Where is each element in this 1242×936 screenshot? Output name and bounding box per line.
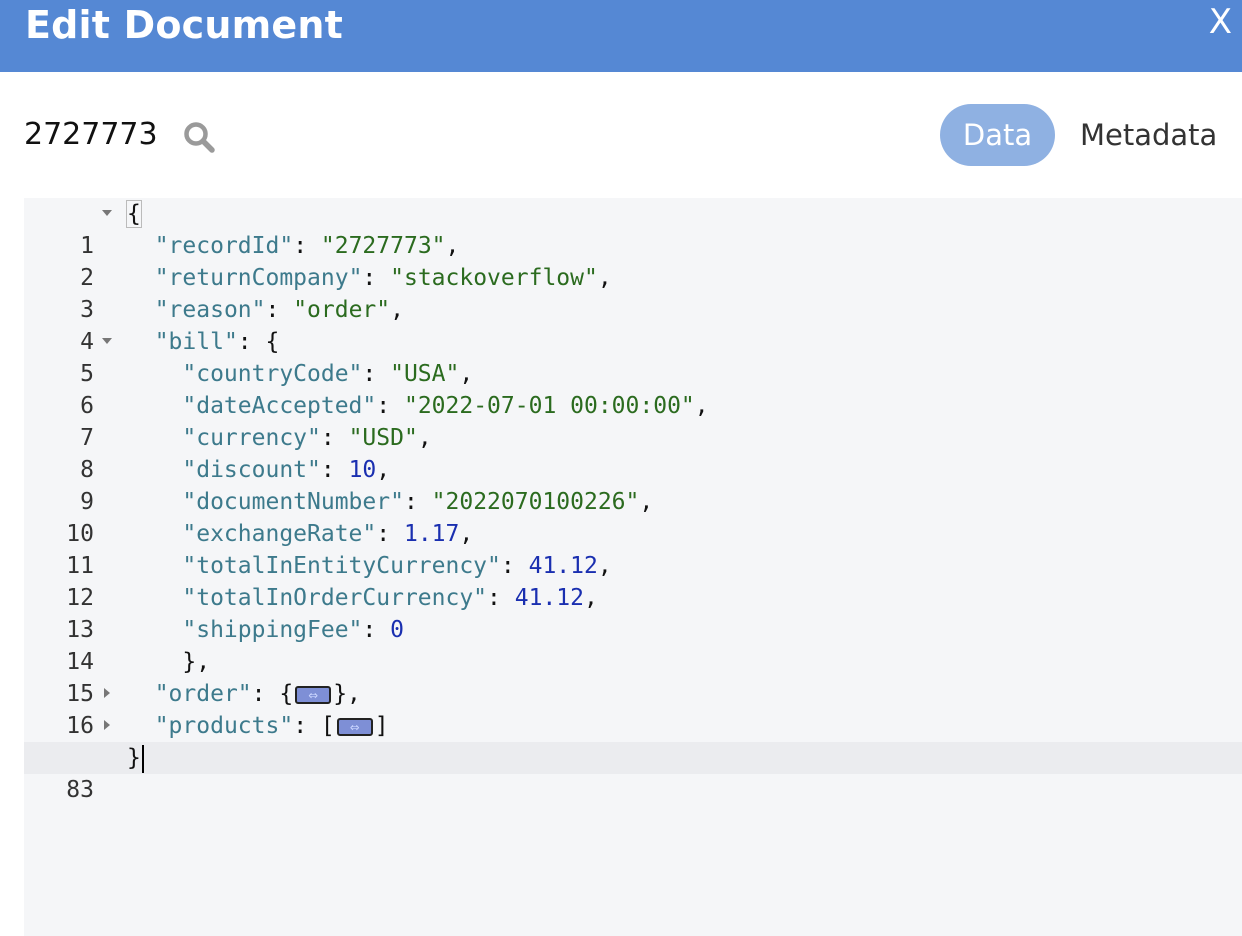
json-key: "discount": [182, 457, 321, 483]
editor-line: 14 "shippingFee": 0: [24, 614, 1242, 675]
json-key: "recordId": [154, 233, 294, 259]
tab-data[interactable]: Data: [940, 104, 1055, 166]
tab-metadata[interactable]: Metadata: [1080, 104, 1217, 166]
json-key: "documentNumber": [182, 489, 404, 515]
open-brace: {: [126, 200, 142, 228]
editor-line: 10 "documentNumber": "2022070100226",: [24, 486, 1242, 547]
editor-line-active: 83 }: [24, 742, 1242, 803]
editor-line: 12 "totalInEntityCurrency": 41.12,: [24, 550, 1242, 611]
editor-line: 1 {: [24, 198, 1242, 259]
text-cursor: [141, 744, 144, 773]
close-button[interactable]: X: [1209, 2, 1232, 42]
fold-toggle-icon[interactable]: [101, 198, 115, 230]
json-key: "order": [154, 681, 252, 707]
document-id: 2727773: [24, 117, 158, 152]
dialog-title: Edit Document: [25, 3, 343, 47]
json-value: "2022070100226": [431, 489, 640, 515]
editor-line: 11 "exchangeRate": 1.17,: [24, 518, 1242, 579]
close-brace: },: [182, 649, 211, 675]
editor-line: 8 "currency": "USD",: [24, 422, 1242, 483]
json-value: "USA": [390, 361, 460, 387]
json-key: "exchangeRate": [182, 521, 377, 547]
json-key: "products": [154, 713, 294, 739]
json-key: "reason": [154, 297, 266, 323]
editor-line: 7 "dateAccepted": "2022-07-01 00:00:00",: [24, 390, 1242, 451]
json-value: "2727773": [320, 233, 446, 259]
json-key: "countryCode": [182, 361, 363, 387]
json-value: 0: [390, 617, 404, 643]
close-brace: }: [127, 745, 141, 771]
editor-line: 3 "returnCompany": "stackoverflow",: [24, 262, 1242, 323]
search-icon[interactable]: [182, 120, 216, 154]
expand-toggle-icon[interactable]: [101, 710, 115, 742]
json-value: "2022-07-01 00:00:00": [403, 393, 695, 419]
line-number: 83: [66, 777, 94, 803]
json-key: "dateAccepted": [182, 393, 377, 419]
json-value: 10: [348, 457, 377, 483]
editor-line: 21 "products": []: [24, 710, 1242, 772]
collapsed-array-icon[interactable]: [336, 711, 373, 743]
editor-line: 5 "bill": {: [24, 326, 1242, 387]
json-key: "shippingFee": [182, 617, 363, 643]
editor-line: 13 "totalInOrderCurrency": 41.12,: [24, 582, 1242, 643]
collapsed-object-icon[interactable]: [295, 679, 332, 711]
editor-line: 9 "discount": 10,: [24, 454, 1242, 515]
editor-line: 6 "countryCode": "USA",: [24, 358, 1242, 419]
json-editor[interactable]: 1 { 2 "recordId": "2727773", 3 "returnCo…: [24, 198, 1242, 936]
json-value: "USD": [348, 425, 418, 451]
json-key: "totalInEntityCurrency": [182, 553, 501, 579]
editor-line: 16 "order": {},: [24, 678, 1242, 740]
json-value: "order": [293, 297, 391, 323]
json-value: 1.17: [403, 521, 460, 547]
json-key: "currency": [182, 425, 321, 451]
expand-toggle-icon[interactable]: [101, 678, 115, 710]
fold-toggle-icon[interactable]: [101, 326, 115, 358]
json-value: "stackoverflow": [390, 265, 598, 291]
json-value: 41.12: [514, 585, 584, 611]
json-value: 41.12: [528, 553, 598, 579]
dialog-titlebar: Edit Document X: [0, 0, 1242, 72]
editor-line: 15 },: [24, 646, 1242, 707]
json-key: "totalInOrderCurrency": [182, 585, 488, 611]
editor-line: 4 "reason": "order",: [24, 294, 1242, 355]
json-key: "returnCompany": [154, 265, 363, 291]
json-key: "bill": [154, 329, 238, 355]
editor-line: 2 "recordId": "2727773",: [24, 230, 1242, 291]
